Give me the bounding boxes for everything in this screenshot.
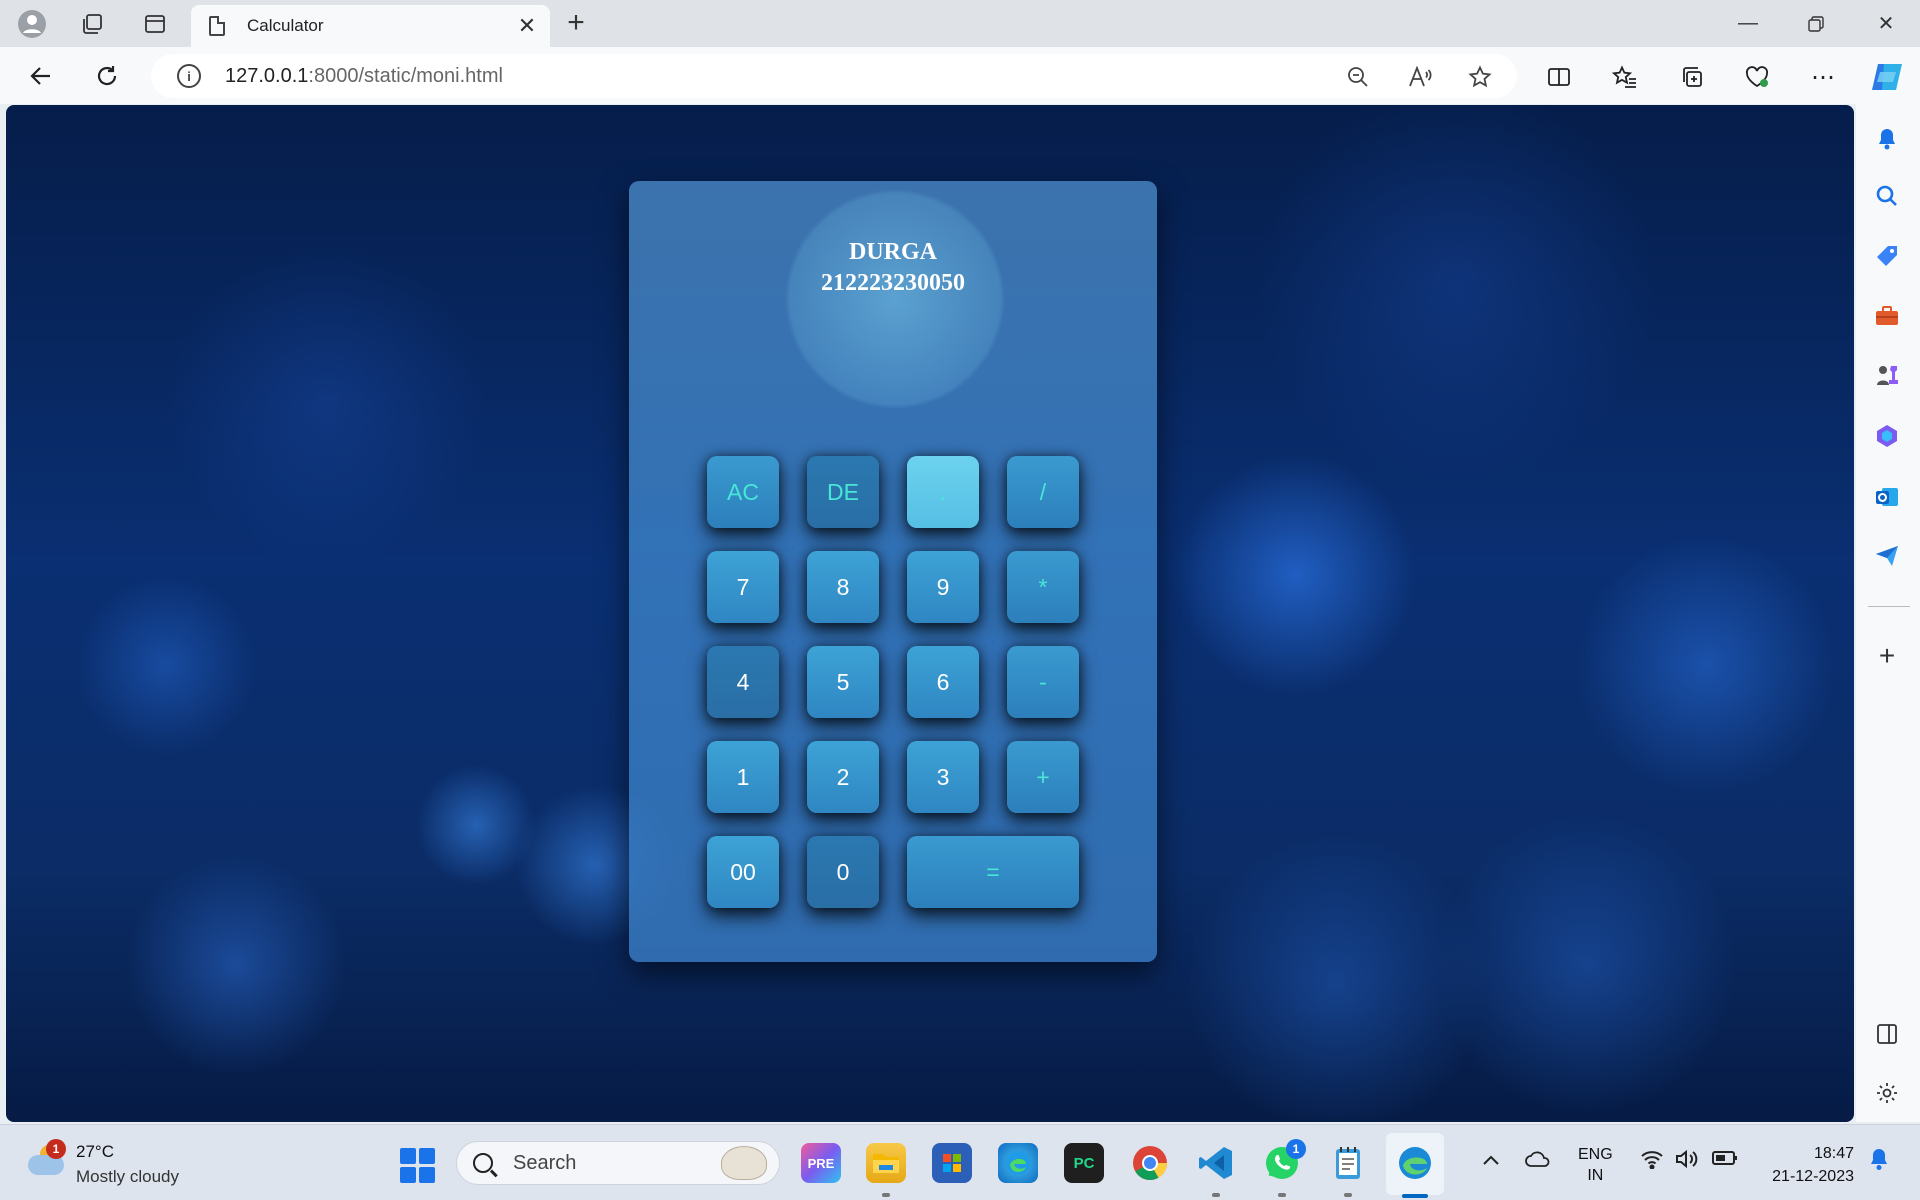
chrome-icon[interactable] bbox=[1130, 1143, 1170, 1183]
new-tab-button[interactable]: + bbox=[558, 6, 594, 42]
hide-sidebar-icon[interactable] bbox=[1872, 1019, 1902, 1049]
search-placeholder: Search bbox=[513, 1151, 577, 1174]
weather-condition[interactable]: Mostly cloudy bbox=[76, 1167, 179, 1187]
site-info-icon[interactable]: i bbox=[177, 64, 201, 88]
page-icon bbox=[209, 16, 225, 36]
workspaces-icon[interactable] bbox=[74, 6, 110, 42]
key-1-button[interactable]: 1 bbox=[707, 741, 779, 813]
outlook-icon[interactable] bbox=[1872, 482, 1902, 512]
notifications-bell-icon[interactable] bbox=[1872, 124, 1902, 154]
calculator-card: DURGA 212223230050 AC DE./7 8 9 * 4 5 6-1 2 3 +00 0… bbox=[629, 181, 1157, 962]
search-highlight-owl-icon bbox=[721, 1146, 767, 1180]
running-indicator bbox=[1278, 1193, 1286, 1197]
tab-calculator[interactable]: Calculator ✕ bbox=[191, 5, 550, 47]
shopping-tag-icon[interactable] bbox=[1872, 241, 1902, 271]
running-indicator bbox=[1344, 1193, 1352, 1197]
taskbar-search-box[interactable]: Search bbox=[456, 1141, 780, 1185]
wifi-icon[interactable] bbox=[1640, 1149, 1664, 1175]
url-text[interactable]: 127.0.0.1:8000/static/moni.html bbox=[225, 65, 503, 88]
key-3-button[interactable]: 3 bbox=[907, 741, 979, 813]
more-options-icon[interactable]: ⋯ bbox=[1803, 57, 1843, 97]
refresh-icon[interactable] bbox=[88, 57, 126, 95]
vscode-icon[interactable] bbox=[1196, 1143, 1236, 1183]
weather-temperature[interactable]: 27°C bbox=[76, 1142, 114, 1162]
weather-badge: 1 bbox=[46, 1139, 66, 1159]
back-icon[interactable] bbox=[22, 57, 60, 95]
key-4-button[interactable]: 4 bbox=[707, 646, 779, 718]
file-explorer-icon[interactable] bbox=[866, 1143, 906, 1183]
pycharm-icon[interactable]: PC bbox=[1064, 1143, 1104, 1183]
notepad-icon[interactable] bbox=[1328, 1143, 1368, 1183]
close-tab-icon[interactable]: ✕ bbox=[512, 13, 542, 39]
clock-time: 18:47 bbox=[1813, 1145, 1854, 1162]
address-row: i 127.0.0.1:8000/static/moni.html ⋯ bbox=[0, 47, 1920, 104]
microsoft-store-icon[interactable] bbox=[932, 1143, 972, 1183]
key-multiply-button[interactable]: * bbox=[1007, 551, 1079, 623]
running-indicator bbox=[1212, 1193, 1220, 1197]
tools-briefcase-icon[interactable] bbox=[1872, 301, 1902, 331]
sidebar-settings-gear-icon[interactable] bbox=[1872, 1078, 1902, 1108]
edge-sidebar: + bbox=[1856, 104, 1920, 1122]
tab-title: Calculator bbox=[247, 16, 324, 35]
address-bar[interactable]: i 127.0.0.1:8000/static/moni.html bbox=[151, 54, 1517, 98]
key-2-button[interactable]: 2 bbox=[807, 741, 879, 813]
input-language-indicator[interactable]: ENG IN bbox=[1578, 1144, 1613, 1186]
onedrive-cloud-icon[interactable] bbox=[1524, 1149, 1552, 1175]
student-name: DURGA bbox=[849, 239, 937, 265]
search-icon bbox=[473, 1153, 493, 1173]
key-all-clear-button[interactable]: AC bbox=[707, 456, 779, 528]
microsoft365-icon[interactable] bbox=[1872, 421, 1902, 451]
running-indicator bbox=[882, 1193, 890, 1197]
collections-icon[interactable] bbox=[1672, 57, 1712, 97]
restore-button[interactable] bbox=[1782, 0, 1850, 47]
edge-dev-icon[interactable] bbox=[998, 1143, 1038, 1183]
add-sidebar-app-icon[interactable]: + bbox=[1872, 640, 1902, 671]
sidebar-divider bbox=[1868, 606, 1910, 607]
vertical-tabs-icon[interactable] bbox=[137, 6, 173, 42]
key-divide-button[interactable]: / bbox=[1007, 456, 1079, 528]
favorite-star-icon[interactable] bbox=[1464, 61, 1496, 93]
battery-icon[interactable] bbox=[1712, 1149, 1738, 1172]
student-id: 212223230050 bbox=[821, 270, 965, 296]
browser-essentials-icon[interactable] bbox=[1737, 57, 1777, 97]
powertoys-preview-icon[interactable]: PRE bbox=[801, 1143, 841, 1183]
favorites-icon[interactable] bbox=[1605, 57, 1645, 97]
profile-icon[interactable] bbox=[14, 6, 50, 42]
games-chess-icon[interactable] bbox=[1872, 360, 1902, 390]
key-double-zero-button[interactable]: 00 bbox=[707, 836, 779, 908]
notification-bell-icon[interactable] bbox=[1868, 1147, 1890, 1177]
key-equals-button[interactable]: = bbox=[907, 836, 1079, 908]
read-aloud-icon[interactable] bbox=[1404, 61, 1436, 93]
key-7-button[interactable]: 7 bbox=[707, 551, 779, 623]
key-5-button[interactable]: 5 bbox=[807, 646, 879, 718]
copilot-icon[interactable] bbox=[1867, 57, 1907, 97]
key-decimal-button[interactable]: . bbox=[907, 456, 979, 528]
edge-icon[interactable] bbox=[1395, 1143, 1435, 1183]
zoom-out-icon[interactable] bbox=[1342, 61, 1374, 93]
volume-icon[interactable] bbox=[1674, 1149, 1700, 1175]
windows-start-icon[interactable] bbox=[400, 1148, 435, 1183]
page-title: DURGA 212223230050 bbox=[629, 237, 1157, 299]
key-6-button[interactable]: 6 bbox=[907, 646, 979, 718]
minimize-button[interactable]: — bbox=[1714, 0, 1782, 47]
clock-date: 21-12-2023 bbox=[1772, 1168, 1854, 1185]
key-8-button[interactable]: 8 bbox=[807, 551, 879, 623]
key-9-button[interactable]: 9 bbox=[907, 551, 979, 623]
show-hidden-icons-chevron-icon[interactable] bbox=[1482, 1149, 1500, 1172]
close-window-button[interactable]: ✕ bbox=[1852, 0, 1920, 47]
browser-title-bar: Calculator ✕ + — ✕ bbox=[0, 0, 1920, 47]
search-icon[interactable] bbox=[1872, 181, 1902, 211]
system-clock[interactable]: 18:47 21-12-2023 bbox=[1760, 1142, 1854, 1188]
active-app-indicator bbox=[1402, 1194, 1428, 1198]
key-add-button[interactable]: + bbox=[1007, 741, 1079, 813]
whatsapp-badge: 1 bbox=[1286, 1139, 1306, 1159]
split-screen-icon[interactable] bbox=[1539, 57, 1579, 97]
key-subtract-button[interactable]: - bbox=[1007, 646, 1079, 718]
key-0-button[interactable]: 0 bbox=[807, 836, 879, 908]
key-delete-button[interactable]: DE bbox=[807, 456, 879, 528]
page-viewport: DURGA 212223230050 AC DE./7 8 9 * 4 5 6-1 2 3 +00 0… bbox=[6, 105, 1854, 1122]
windows-taskbar: 1 27°C Mostly cloudy Search PRE PC 1 ENG… bbox=[0, 1124, 1920, 1200]
send-plane-icon[interactable] bbox=[1872, 541, 1902, 571]
